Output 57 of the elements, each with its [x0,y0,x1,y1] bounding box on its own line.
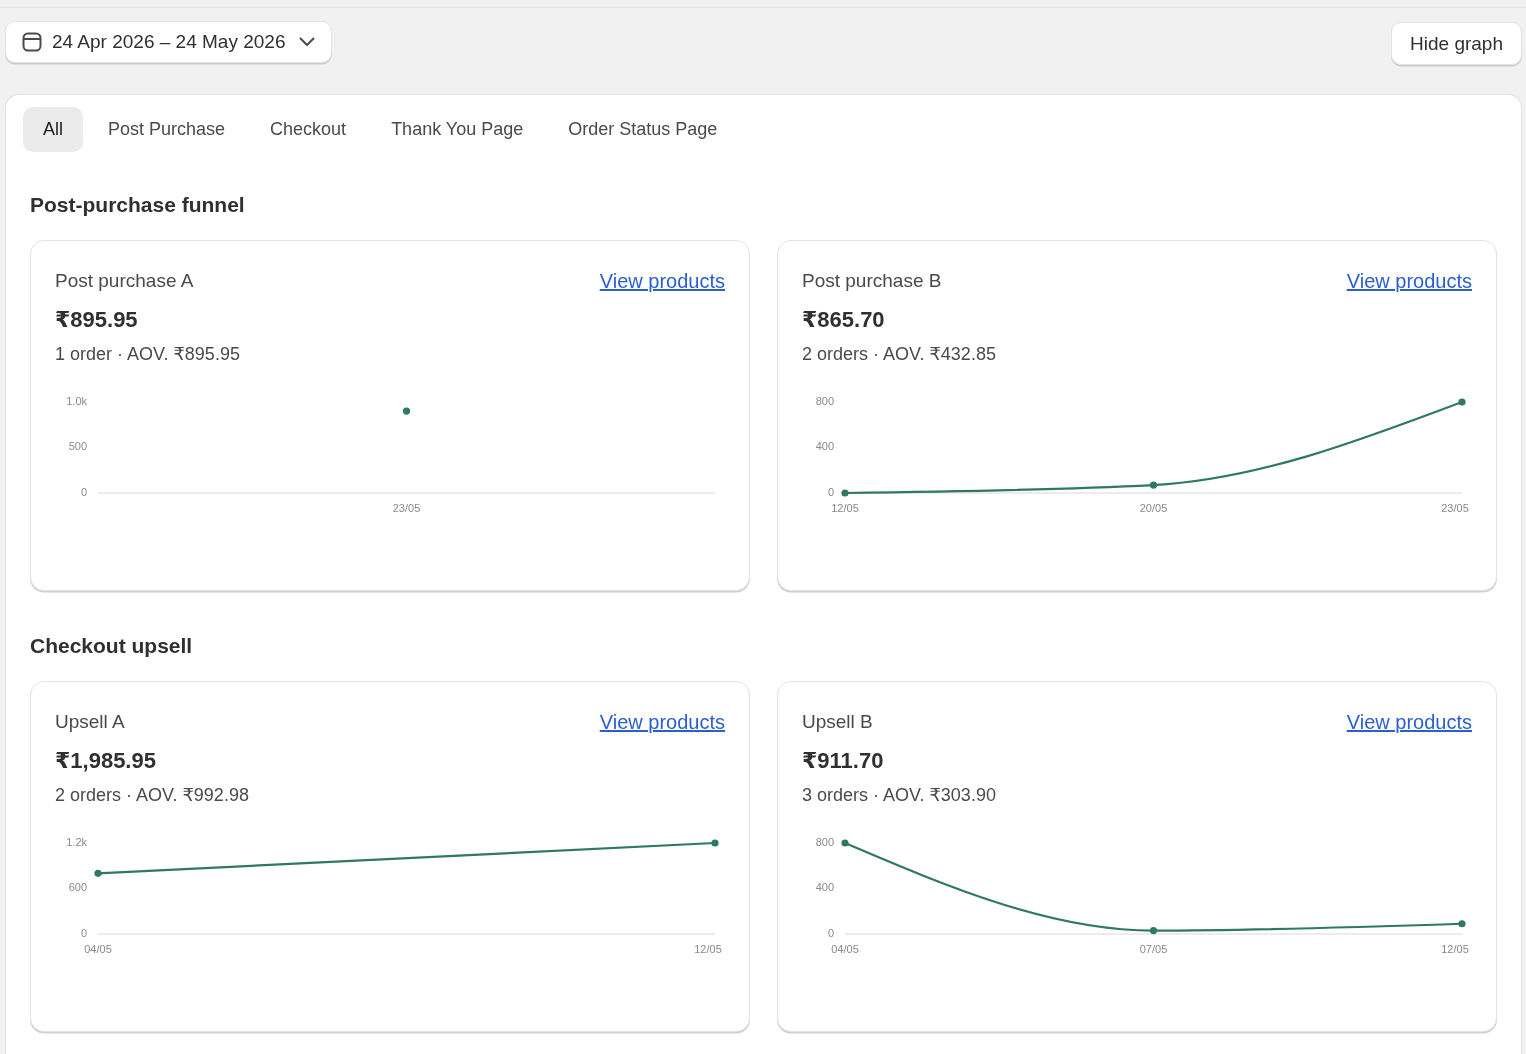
y-axis-label: 1.0k [66,394,87,407]
card-title: Upsell A [55,710,125,734]
view-products-link[interactable]: View products [1346,268,1472,294]
x-axis-label: 23/05 [1441,501,1469,514]
y-axis-label: 0 [80,485,87,498]
x-axis-label: 07/05 [1139,942,1168,955]
card-title: Post purchase B [802,269,942,293]
y-axis-label: 0 [827,485,834,498]
data-point [1149,481,1158,489]
revenue-amount: ₹865.70 [802,307,886,333]
revenue-amount: ₹1,985.95 [55,748,157,774]
card-title: Post purchase A [55,269,194,293]
date-range-picker[interactable]: 24 Apr 2026 – 24 May 2026 [5,21,333,63]
revenue-amount: ₹911.70 [802,748,885,774]
hide-graph-button[interactable]: Hide graph [1391,22,1522,65]
y-axis-label: 600 [68,881,87,894]
data-point [1149,927,1158,935]
order-summary: 1 order · AOV. ₹895.95 [55,343,241,366]
filter-tab[interactable]: Checkout [250,107,367,152]
revenue-amount: ₹895.95 [55,307,139,333]
order-summary: 2 orders · AOV. ₹992.98 [55,784,250,807]
y-axis-label: 800 [815,835,834,848]
y-axis-label: 0 [827,926,834,939]
calendar-icon [22,32,42,52]
x-axis-label: 04/05 [831,942,859,955]
section-title: Checkout upsell [30,633,194,659]
section-title: Post-purchase funnel [30,192,246,218]
x-axis-label: 20/05 [1139,501,1168,514]
data-point [94,869,102,877]
y-axis-label: 400 [815,881,834,894]
y-axis-label: 400 [815,440,834,453]
y-axis-label: 800 [815,394,834,407]
chevron-down-icon [299,37,316,47]
filter-tab[interactable]: Order Status Page [548,107,738,152]
filter-tab[interactable]: All [23,107,83,152]
data-point [711,839,719,847]
x-axis-label: 12/05 [694,942,722,955]
filter-tab[interactable]: Post Purchase [88,107,246,152]
data-point [1458,920,1466,928]
x-axis-label: 12/05 [831,501,859,514]
card-title: Upsell B [802,710,873,734]
x-axis-label: 12/05 [1441,942,1469,955]
x-axis-label: 04/05 [84,942,112,955]
y-axis-label: 0 [80,926,87,939]
data-point [841,489,849,497]
data-point [402,407,411,415]
x-axis-label: 23/05 [392,501,421,514]
y-axis-label: 500 [68,440,87,453]
order-summary: 2 orders · AOV. ₹432.85 [802,343,997,366]
data-point [841,839,849,847]
data-point [1458,398,1466,406]
y-axis-label: 1.2k [66,835,87,848]
view-products-link[interactable]: View products [1346,709,1472,735]
view-products-link[interactable]: View products [599,268,725,294]
view-products-link[interactable]: View products [599,709,725,735]
order-summary: 3 orders · AOV. ₹303.90 [802,784,997,807]
filter-tab[interactable]: Thank You Page [371,107,544,152]
